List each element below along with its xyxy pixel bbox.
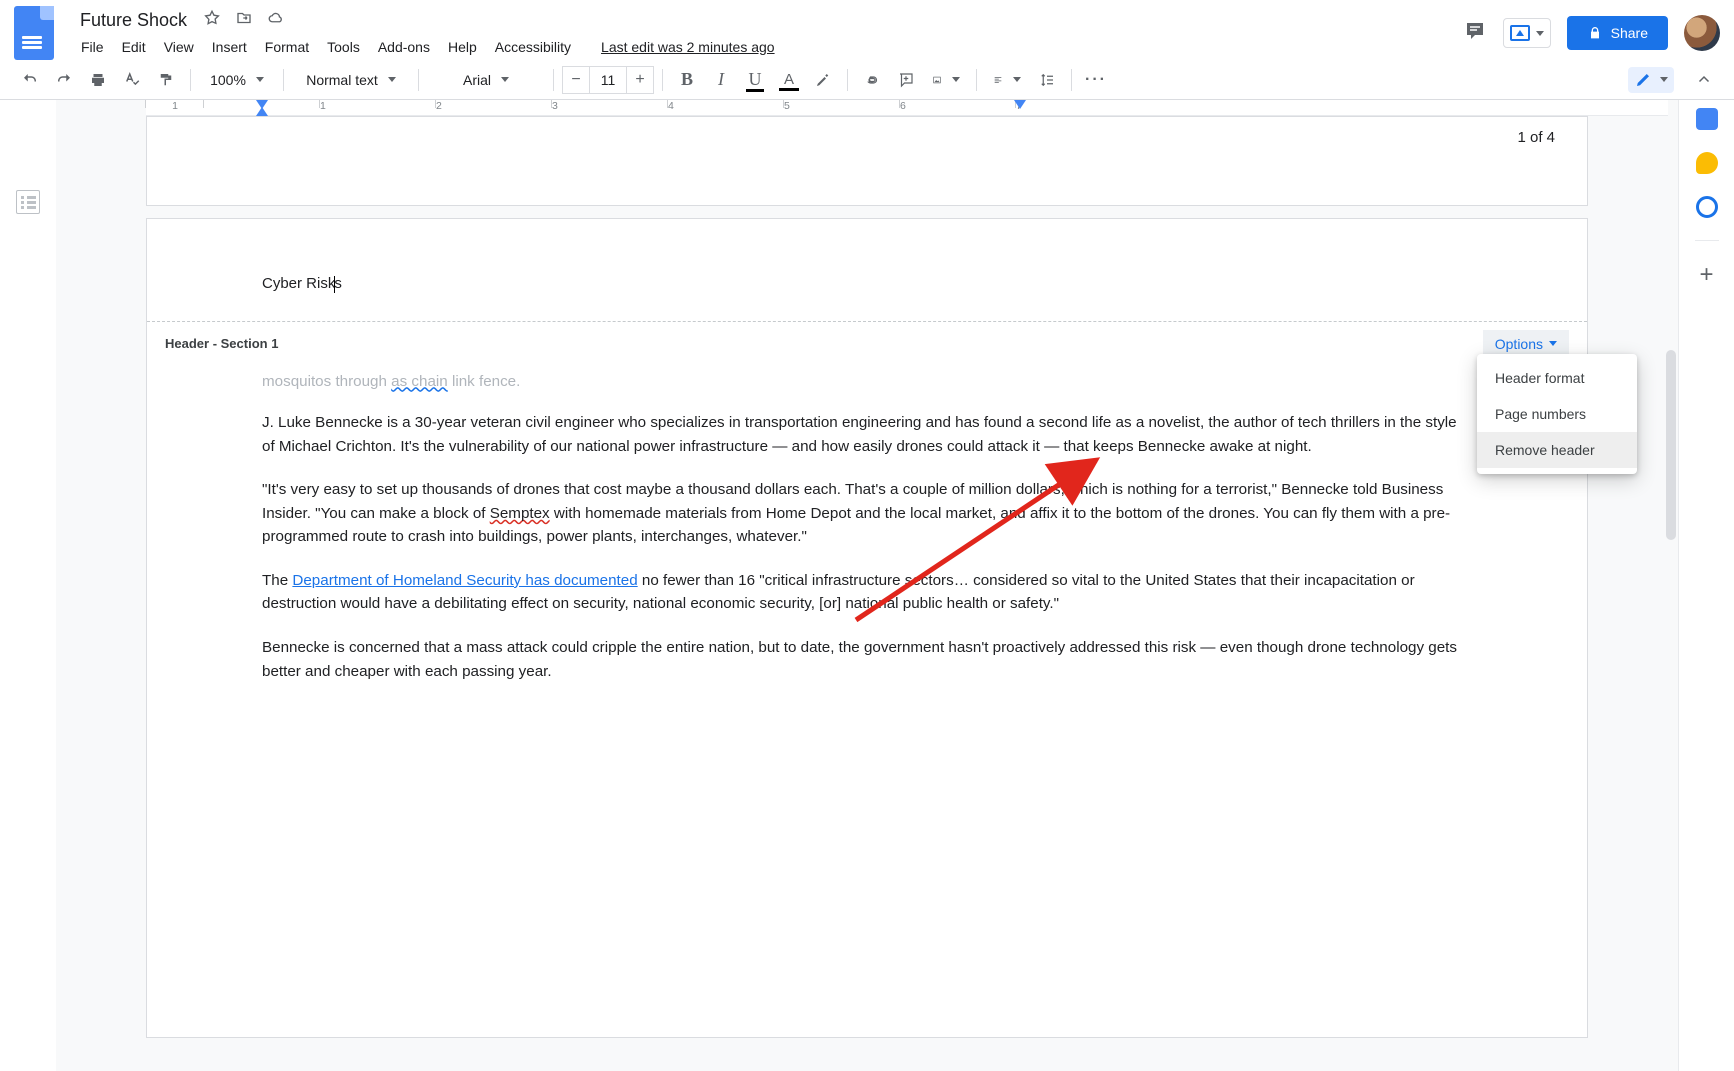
menu-edit[interactable]: Edit bbox=[115, 35, 153, 59]
work-area: 1 1 2 3 4 5 6 7 1 of 4 Cyber Risks bbox=[0, 100, 1734, 1071]
menu-view[interactable]: View bbox=[157, 35, 201, 59]
chevron-down-icon bbox=[1013, 77, 1021, 82]
app-header: Future Shock File Edit View Insert Forma… bbox=[0, 0, 1734, 60]
paragraph-style-select[interactable]: Normal text bbox=[292, 64, 410, 96]
share-label: Share bbox=[1611, 25, 1648, 41]
hyperlink[interactable]: Department of Homeland Security has docu… bbox=[292, 572, 637, 589]
document-outline-button[interactable] bbox=[16, 190, 40, 214]
right-indent-marker[interactable] bbox=[1014, 100, 1026, 109]
underline-button[interactable]: U bbox=[739, 64, 771, 96]
menu-tools[interactable]: Tools bbox=[320, 35, 367, 59]
header-options-menu: Header format Page numbers Remove header bbox=[1477, 354, 1637, 474]
menu-bar: File Edit View Insert Format Tools Add-o… bbox=[74, 35, 1451, 59]
document-canvas[interactable]: 1 1 2 3 4 5 6 7 1 of 4 Cyber Risks bbox=[56, 100, 1678, 1071]
first-line-indent-marker[interactable] bbox=[256, 107, 268, 116]
highlight-button[interactable] bbox=[807, 64, 839, 96]
menu-item-page-numbers[interactable]: Page numbers bbox=[1477, 396, 1637, 432]
share-button[interactable]: Share bbox=[1567, 16, 1668, 50]
tasks-icon[interactable] bbox=[1696, 196, 1718, 218]
spellcheck-button[interactable] bbox=[116, 64, 148, 96]
scrollbar-thumb[interactable] bbox=[1666, 350, 1676, 540]
horizontal-ruler[interactable]: 1 1 2 3 4 5 6 7 bbox=[146, 100, 1668, 116]
menu-accessibility[interactable]: Accessibility bbox=[488, 35, 578, 59]
chevron-down-icon bbox=[388, 77, 396, 82]
paragraph: Bennecke is concerned that a mass attack… bbox=[262, 636, 1472, 683]
menu-help[interactable]: Help bbox=[441, 35, 484, 59]
header-text: Cyber Risk bbox=[262, 275, 335, 292]
keep-icon[interactable] bbox=[1696, 152, 1718, 174]
chevron-down-icon bbox=[1549, 341, 1557, 346]
toolbar: 100% Normal text Arial − 11 + B I U A ··… bbox=[0, 60, 1734, 100]
document-body[interactable]: mosquitos through as chain link fence. J… bbox=[147, 366, 1587, 710]
add-comment-button[interactable] bbox=[890, 64, 922, 96]
present-button[interactable] bbox=[1503, 18, 1551, 48]
chevron-down-icon bbox=[1660, 77, 1668, 82]
align-button[interactable] bbox=[985, 64, 1029, 96]
previous-page[interactable]: 1 of 4 bbox=[146, 116, 1588, 206]
redo-button[interactable] bbox=[48, 64, 80, 96]
move-icon[interactable] bbox=[235, 9, 253, 32]
lock-icon bbox=[1587, 25, 1603, 41]
print-button[interactable] bbox=[82, 64, 114, 96]
cutoff-text: mosquitos through as chain link fence. bbox=[262, 370, 1472, 394]
menu-item-header-format[interactable]: Header format bbox=[1477, 360, 1637, 396]
undo-button[interactable] bbox=[14, 64, 46, 96]
account-avatar[interactable] bbox=[1684, 15, 1720, 51]
menu-format[interactable]: Format bbox=[258, 35, 316, 59]
line-spacing-button[interactable] bbox=[1031, 64, 1063, 96]
menu-item-remove-header[interactable]: Remove header bbox=[1477, 432, 1637, 468]
chevron-down-icon bbox=[952, 77, 960, 82]
header-separator: Header - Section 1 Options bbox=[147, 321, 1587, 366]
star-icon[interactable] bbox=[203, 9, 221, 32]
insert-link-button[interactable] bbox=[856, 64, 888, 96]
chevron-down-icon bbox=[1536, 31, 1544, 36]
docs-logo-icon[interactable] bbox=[14, 6, 54, 60]
bold-button[interactable]: B bbox=[671, 64, 703, 96]
pencil-icon bbox=[1634, 71, 1652, 89]
font-size-value[interactable]: 11 bbox=[590, 66, 626, 94]
font-family-select[interactable]: Arial bbox=[427, 64, 545, 96]
insert-image-button[interactable] bbox=[924, 64, 968, 96]
last-edit-link[interactable]: Last edit was 2 minutes ago bbox=[594, 35, 782, 59]
side-panel: + bbox=[1678, 100, 1734, 1071]
vertical-scrollbar[interactable] bbox=[1664, 100, 1678, 1071]
document-title[interactable]: Future Shock bbox=[74, 8, 193, 33]
left-rail bbox=[0, 100, 56, 1071]
collapse-toolbar-button[interactable] bbox=[1688, 64, 1720, 96]
header-section-label: Header - Section 1 bbox=[165, 336, 278, 351]
paragraph: "It's very easy to set up thousands of d… bbox=[262, 478, 1472, 549]
editing-mode-button[interactable] bbox=[1628, 67, 1674, 93]
page-header-region[interactable]: Cyber Risks bbox=[147, 219, 1587, 321]
open-comments-button[interactable] bbox=[1463, 19, 1487, 48]
more-toolbar-button[interactable]: ··· bbox=[1080, 64, 1112, 96]
italic-button[interactable]: I bbox=[705, 64, 737, 96]
menu-addons[interactable]: Add-ons bbox=[371, 35, 437, 59]
font-size-control: − 11 + bbox=[562, 66, 654, 94]
calendar-icon[interactable] bbox=[1696, 108, 1718, 130]
font-size-increase[interactable]: + bbox=[626, 66, 654, 94]
title-stack: Future Shock File Edit View Insert Forma… bbox=[74, 8, 1451, 59]
paint-format-button[interactable] bbox=[150, 64, 182, 96]
chevron-down-icon bbox=[256, 77, 264, 82]
present-icon bbox=[1510, 25, 1530, 41]
font-size-decrease[interactable]: − bbox=[562, 66, 590, 94]
cloud-status-icon[interactable] bbox=[267, 9, 285, 32]
text-color-button[interactable]: A bbox=[773, 64, 805, 96]
page-number: 1 of 4 bbox=[1517, 129, 1555, 146]
chevron-down-icon bbox=[501, 77, 509, 82]
menu-insert[interactable]: Insert bbox=[205, 35, 254, 59]
paragraph: J. Luke Bennecke is a 30-year veteran ci… bbox=[262, 411, 1472, 458]
paragraph: The Department of Homeland Security has … bbox=[262, 569, 1472, 616]
current-page[interactable]: Cyber Risks Header - Section 1 Options m… bbox=[146, 218, 1588, 1038]
zoom-select[interactable]: 100% bbox=[199, 64, 275, 96]
menu-file[interactable]: File bbox=[74, 35, 111, 59]
add-addon-button[interactable]: + bbox=[1699, 263, 1713, 287]
